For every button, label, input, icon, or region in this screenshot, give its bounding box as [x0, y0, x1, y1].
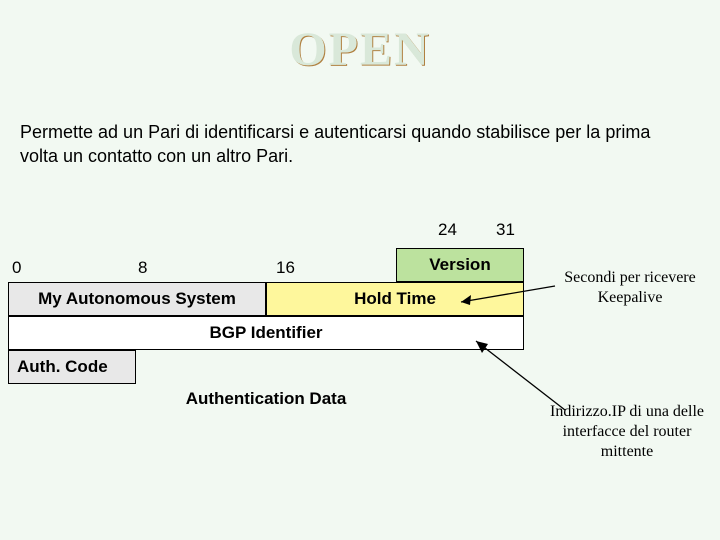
description-text: Permette ad un Pari di identificarsi e a… [20, 120, 690, 169]
bit-label-31: 31 [496, 220, 515, 240]
bit-label-16: 16 [276, 258, 295, 278]
field-bgp-id: BGP Identifier [8, 316, 524, 350]
field-my-as: My Autonomous System [8, 282, 266, 316]
bit-label-0: 0 [12, 258, 21, 278]
arrow-icon [455, 280, 565, 326]
field-auth-data: Authentication Data [8, 384, 524, 414]
annotation-keepalive: Secondi per ricevere Keepalive [545, 268, 715, 308]
arrow-icon [470, 335, 590, 425]
bit-label-24: 24 [438, 220, 457, 240]
bit-label-8: 8 [138, 258, 147, 278]
field-auth-code: Auth. Code [8, 350, 136, 384]
slide-title: OPEN [0, 22, 720, 77]
packet-diagram: 24 31 Version 0 8 16 My Autonomous Syste… [8, 220, 528, 414]
field-version: Version [396, 248, 524, 282]
